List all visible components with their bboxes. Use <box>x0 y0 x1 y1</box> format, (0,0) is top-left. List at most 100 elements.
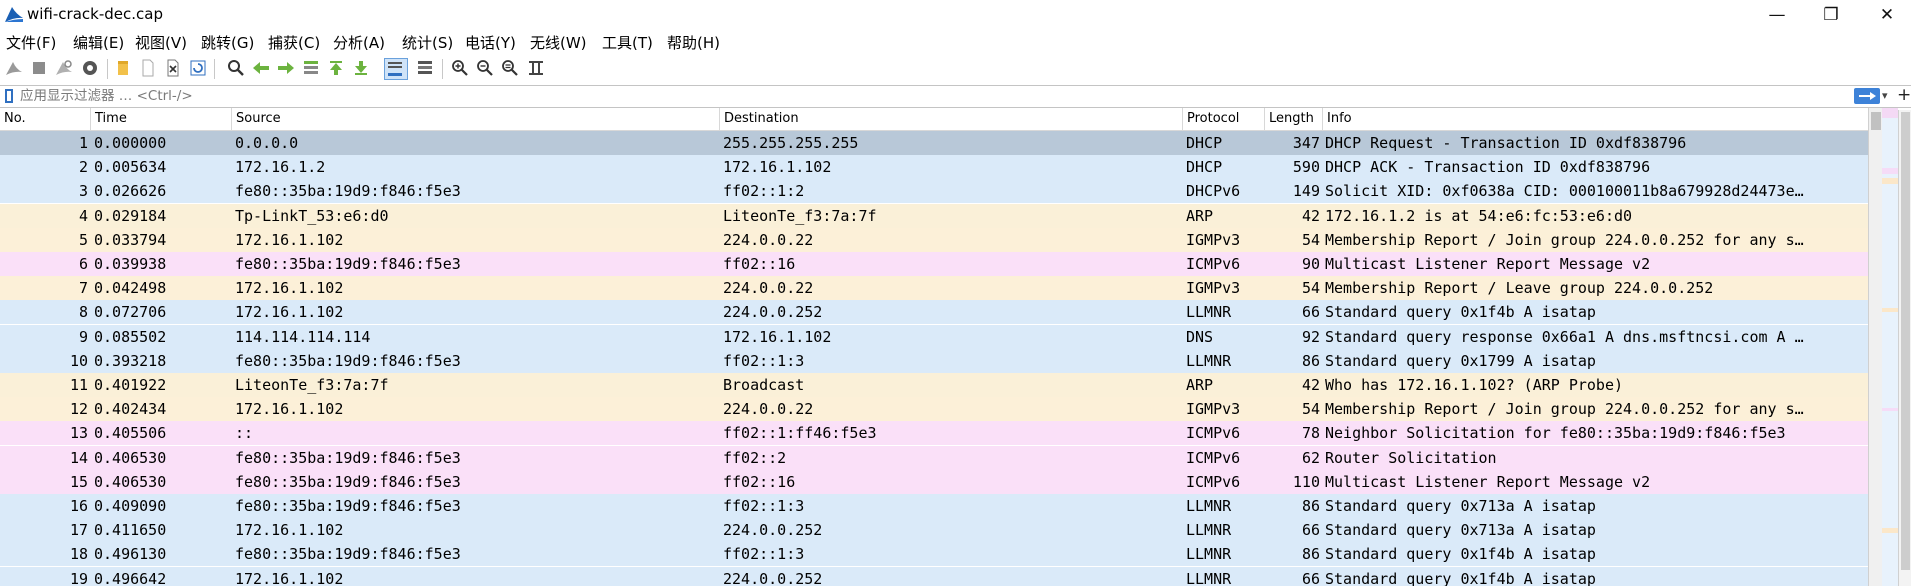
wireshark-fin-icon <box>5 7 23 22</box>
minimap-band <box>1882 178 1898 184</box>
menu-view[interactable]: 视图(V) <box>135 32 187 53</box>
packet-row[interactable]: 1 0.000000 0.0.0.0 255.255.255.255 DHCP 347 DH… <box>0 131 1868 155</box>
packet-source-cell: LiteonTe_f3:7a:7f <box>235 376 389 394</box>
menu-tools[interactable]: 工具(T) <box>602 32 653 53</box>
packet-row[interactable]: 14 0.406530 fe80::35ba:19d9:f846:f5e3 ff02:… <box>0 445 1868 470</box>
close-file-icon[interactable] <box>163 58 183 78</box>
resize-columns-icon[interactable] <box>526 58 546 78</box>
arrow-right-icon <box>1859 92 1876 100</box>
packet-info-cell: Standard query 0x1f4b A isatap <box>1325 569 1596 586</box>
display-filter-input[interactable] <box>20 86 1850 106</box>
packet-source-cell: 172.16.1.102 <box>235 230 344 249</box>
packet-destination-cell: 224.0.0.22 <box>723 230 814 249</box>
packet-destination-cell: 224.0.0.252 <box>723 569 823 586</box>
packet-row[interactable]: 18 0.496130 fe80::35ba:19d9:f846:f5e3 ff02:… <box>0 542 1868 567</box>
packet-info-cell: DHCP Request - Transaction ID 0xdf838796 <box>1325 134 1687 152</box>
packet-list-scrollbar[interactable] <box>1868 108 1883 586</box>
add-filter-button-icon[interactable]: + <box>1897 85 1911 105</box>
minimap-band <box>1882 528 1898 533</box>
filter-dropdown-button[interactable]: ▾ <box>1882 88 1894 104</box>
maximize-button[interactable]: ❐ <box>1811 3 1851 27</box>
minimap-scrollbar-thumb[interactable] <box>1901 112 1910 570</box>
packet-info-cell: Multicast Listener Report Message v2 <box>1325 472 1651 491</box>
menu-file[interactable]: 文件(F) <box>6 32 56 53</box>
packet-minimap[interactable] <box>1882 108 1898 586</box>
packet-protocol-cell: LLMNR <box>1186 569 1232 586</box>
packet-row[interactable]: 7 0.042498 172.16.1.102 224.0.0.22 IGMPv3 54 M… <box>0 276 1868 301</box>
filter-bookmark-icon[interactable] <box>4 89 14 103</box>
first-packet-icon[interactable] <box>326 58 346 78</box>
packet-row[interactable]: 10 0.393218 fe80::35ba:19d9:f846:f5e3 ff02:… <box>0 348 1868 373</box>
menu-capture[interactable]: 捕获(C) <box>268 32 320 53</box>
packet-protocol-cell: DHCPv6 <box>1186 182 1241 201</box>
minimap-scrollbar[interactable] <box>1898 110 1911 586</box>
packet-row[interactable]: 8 0.072706 172.16.1.102 224.0.0.252 LLMNR 66 S… <box>0 300 1868 325</box>
packet-row[interactable]: 3 0.026626 fe80::35ba:19d9:f846:f5e3 ff02::… <box>0 179 1868 204</box>
menu-help[interactable]: 帮助(H) <box>667 32 720 53</box>
menu-edit[interactable]: 编辑(E) <box>73 32 124 53</box>
packet-row[interactable]: 17 0.411650 172.16.1.102 224.0.0.252 LLMNR 66… <box>0 518 1868 543</box>
packet-length-cell: 86 <box>1301 351 1320 370</box>
packet-source-cell: fe80::35ba:19d9:f846:f5e3 <box>235 182 461 201</box>
colorize-icon[interactable] <box>415 58 435 78</box>
zoom-out-icon[interactable] <box>475 58 495 78</box>
shark-fin-start-icon[interactable] <box>4 58 24 78</box>
menu-analyze[interactable]: 分析(A) <box>333 32 385 53</box>
packet-no-cell: 18 <box>69 545 88 564</box>
scrollbar-thumb[interactable] <box>1871 112 1881 130</box>
packet-time-cell: 0.402434 <box>94 400 167 419</box>
zoom-in-icon[interactable] <box>450 58 470 78</box>
packet-destination-cell: ff02::1:3 <box>723 351 805 370</box>
packet-row[interactable]: 19 0.496642 172.16.1.102 224.0.0.252 LLMNR 66… <box>0 566 1868 586</box>
menu-wireless[interactable]: 无线(W) <box>530 32 587 53</box>
packet-info-cell: Who has 172.16.1.102? (ARP Probe) <box>1325 376 1624 394</box>
packet-list[interactable]: No. Time Source Destination Protocol Len… <box>0 108 1868 586</box>
menu-go[interactable]: 跳转(G) <box>201 32 254 53</box>
zoom-normal-icon[interactable] <box>500 58 520 78</box>
toolbar-separator <box>214 59 215 79</box>
packet-source-cell: fe80::35ba:19d9:f846:f5e3 <box>235 545 461 564</box>
packet-row[interactable]: 2 0.005634 172.16.1.2 172.16.1.102 DHCP 590 DH… <box>0 155 1868 180</box>
menu-telephony[interactable]: 电话(Y) <box>465 32 516 53</box>
column-header-no[interactable]: No. <box>0 108 90 130</box>
packet-row[interactable]: 5 0.033794 172.16.1.102 224.0.0.22 IGMPv3 54 M… <box>0 227 1868 252</box>
packet-row[interactable]: 4 0.029184 Tp-LinkT_53:e6:d0 LiteonTe_f3:7a… <box>0 203 1868 228</box>
column-header-protocol[interactable]: Protocol <box>1182 108 1264 130</box>
open-folder-icon[interactable] <box>113 58 133 78</box>
column-header-destination[interactable]: Destination <box>719 108 1182 130</box>
close-button[interactable]: ✕ <box>1867 3 1907 27</box>
packet-row[interactable]: 9 0.085502 114.114.114.114 172.16.1.102 DNS 9… <box>0 324 1868 349</box>
packet-time-cell: 0.039938 <box>94 255 167 273</box>
autoscroll-icon[interactable] <box>384 58 408 80</box>
go-to-packet-icon[interactable] <box>301 58 321 78</box>
column-header-time[interactable]: Time <box>90 108 231 130</box>
packet-time-cell: 0.393218 <box>94 351 167 370</box>
packet-row[interactable]: 12 0.402434 172.16.1.102 224.0.0.22 IGMPv3 54… <box>0 397 1868 422</box>
find-magnifier-icon[interactable] <box>226 58 246 78</box>
column-header-length[interactable]: Length <box>1264 108 1322 130</box>
packet-length-cell: 54 <box>1301 230 1320 249</box>
menu-statistics[interactable]: 统计(S) <box>402 32 453 53</box>
restart-fin-icon[interactable] <box>54 58 74 78</box>
go-back-arrow-icon[interactable] <box>251 58 271 78</box>
column-header-source[interactable]: Source <box>231 108 719 130</box>
packet-length-cell: 42 <box>1301 206 1320 225</box>
packet-row[interactable]: 15 0.406530 fe80::35ba:19d9:f846:f5e3 ff02:… <box>0 469 1868 494</box>
column-header-info[interactable]: Info <box>1322 108 1868 130</box>
reload-icon[interactable] <box>188 58 208 78</box>
packet-row[interactable]: 6 0.039938 fe80::35ba:19d9:f846:f5e3 ff02::… <box>0 252 1868 276</box>
apply-filter-button[interactable] <box>1854 88 1880 104</box>
packet-row[interactable]: 13 0.405506:: ff02::1:ff46:f5e3 ICMPv6 78 Nei… <box>0 421 1868 446</box>
file-icon[interactable] <box>138 58 158 78</box>
capture-options-gear-icon[interactable] <box>80 58 100 78</box>
packet-destination-cell: ff02::1:3 <box>723 545 805 564</box>
packet-info-cell: Membership Report / Join group 224.0.0.2… <box>1325 230 1804 249</box>
last-packet-icon[interactable] <box>351 58 371 78</box>
stop-square-icon[interactable] <box>29 58 49 78</box>
packet-row[interactable]: 11 0.401922 LiteonTe_f3:7a:7f Broadcast ARP 4… <box>0 373 1868 397</box>
packet-row[interactable]: 16 0.409090 fe80::35ba:19d9:f846:f5e3 ff02:… <box>0 494 1868 518</box>
go-forward-arrow-icon[interactable] <box>276 58 296 78</box>
minimize-button[interactable]: — <box>1757 3 1797 27</box>
packet-no-cell: 14 <box>69 448 88 467</box>
title-bar: wifi-crack-dec.cap — ❐ ✕ <box>0 0 1911 30</box>
